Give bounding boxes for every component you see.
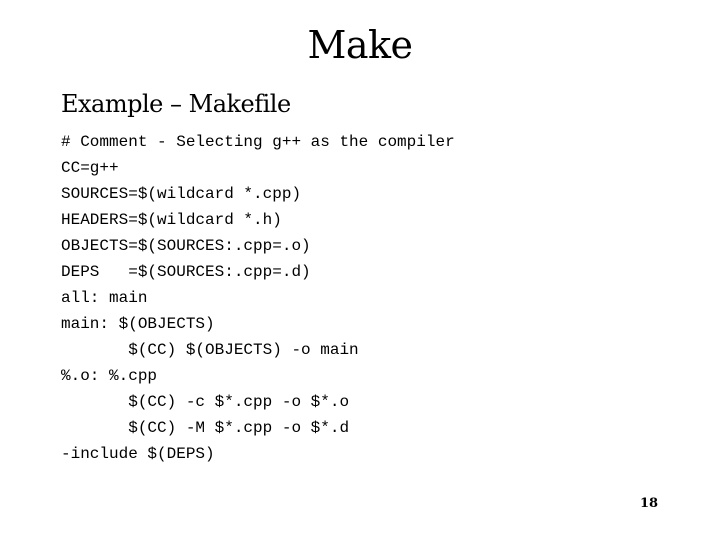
slide-title: Make bbox=[307, 23, 413, 67]
code-line: all: main bbox=[61, 289, 148, 307]
makefile-code-block: # Comment - Selecting g++ as the compile… bbox=[61, 129, 455, 467]
code-line: HEADERS=$(wildcard *.h) bbox=[61, 211, 282, 229]
code-line: main: $(OBJECTS) bbox=[61, 315, 215, 333]
code-line: CC=g++ bbox=[61, 159, 119, 177]
code-line: # Comment - Selecting g++ as the compile… bbox=[61, 133, 455, 151]
code-line: %.o: %.cpp bbox=[61, 367, 158, 385]
page-number: 18 bbox=[640, 496, 659, 511]
code-line: SOURCES=$(wildcard *.cpp) bbox=[61, 185, 302, 203]
code-line: $(CC) -c $*.cpp -o $*.o bbox=[61, 393, 350, 411]
code-line: -include $(DEPS) bbox=[61, 445, 215, 463]
code-line: OBJECTS=$(SOURCES:.cpp=.o) bbox=[61, 237, 311, 255]
slide-subtitle: Example – Makefile bbox=[61, 90, 291, 118]
code-line: $(CC) $(OBJECTS) -o main bbox=[61, 341, 359, 359]
code-line: $(CC) -M $*.cpp -o $*.d bbox=[61, 419, 350, 437]
code-line: DEPS =$(SOURCES:.cpp=.d) bbox=[61, 263, 311, 281]
